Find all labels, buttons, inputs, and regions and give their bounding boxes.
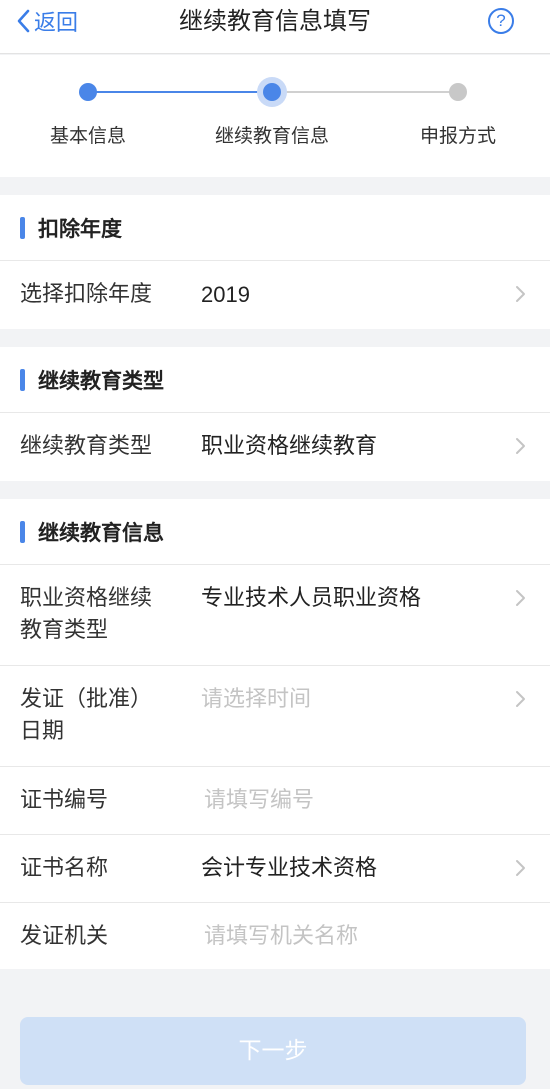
row-education-type[interactable]: 继续教育类型 职业资格继续教育	[0, 413, 550, 480]
row-label-line1: 发证（批准）	[20, 687, 153, 712]
row-certificate-number[interactable]: 证书编号 请填写编号	[0, 767, 550, 835]
section-education-info: 继续教育信息 职业资格继续 教育类型 专业技术人员职业资格 发证（批准） 日期 …	[0, 499, 550, 969]
row-issuing-authority[interactable]: 发证机关 请填写机关名称	[0, 903, 550, 969]
row-label: 继续教育类型	[20, 434, 153, 459]
step-dot-education-info	[257, 77, 287, 107]
row-value: 专业技术人员职业资格	[201, 586, 422, 611]
chevron-right-icon	[516, 286, 525, 302]
section-title: 继续教育信息	[38, 521, 164, 545]
row-label: 选择扣除年度	[20, 282, 153, 307]
row-certificate-name[interactable]: 证书名称 会计专业技术资格	[0, 835, 550, 903]
page-title: 继续教育信息填写	[179, 7, 371, 35]
chevron-right-icon	[516, 590, 525, 606]
issuing-authority-input[interactable]: 请填写机关名称	[204, 921, 358, 953]
row-value: 职业资格继续教育	[201, 434, 378, 459]
nav-bar: 返回 继续教育信息填写 ?	[0, 0, 550, 54]
step-label-basic-info: 基本信息	[49, 125, 126, 147]
section-header: 扣除年度	[0, 195, 550, 261]
row-value: 2019	[201, 282, 250, 307]
row-issue-date[interactable]: 发证（批准） 日期 请选择时间	[0, 666, 550, 767]
chevron-right-icon	[516, 438, 525, 454]
section-title: 扣除年度	[38, 217, 122, 241]
row-label: 发证机关	[20, 924, 109, 949]
section-accent-bar	[20, 217, 25, 239]
row-qualification-type[interactable]: 职业资格继续 教育类型 专业技术人员职业资格	[0, 565, 550, 666]
section-accent-bar	[20, 369, 25, 391]
question-circle-icon[interactable]: ?	[488, 8, 514, 34]
certificate-number-input[interactable]: 请填写编号	[204, 785, 314, 817]
row-value: 会计专业技术资格	[201, 856, 378, 881]
step-label-declare-method: 申报方式	[419, 125, 496, 147]
section-header: 继续教育类型	[0, 347, 550, 413]
section-title: 继续教育类型	[38, 369, 164, 393]
chevron-right-icon	[516, 691, 525, 707]
step-dot-basic-info	[79, 83, 97, 101]
section-header: 继续教育信息	[0, 499, 550, 565]
row-label: 证书名称	[20, 856, 109, 881]
step-dot-declare-method	[449, 83, 467, 101]
date-picker-placeholder: 请选择时间	[201, 687, 312, 712]
row-label-line2: 教育类型	[20, 618, 109, 643]
section-deduction-year: 扣除年度 选择扣除年度 2019	[0, 195, 550, 329]
next-step-button[interactable]: 下一步	[20, 1017, 526, 1085]
chevron-right-icon	[516, 860, 525, 876]
section-accent-bar	[20, 521, 25, 543]
step-label-education-info: 继续教育信息	[214, 125, 329, 147]
row-label-line1: 职业资格继续	[20, 586, 153, 611]
section-education-type: 继续教育类型 继续教育类型 职业资格继续教育	[0, 347, 550, 481]
row-deduction-year[interactable]: 选择扣除年度 2019	[0, 261, 550, 328]
row-label-line2: 日期	[20, 719, 65, 744]
step-connector-2	[272, 91, 458, 93]
row-label: 证书编号	[20, 788, 109, 813]
progress-steps: 基本信息 继续教育信息 申报方式	[0, 55, 550, 177]
step-connector-1	[88, 91, 272, 93]
